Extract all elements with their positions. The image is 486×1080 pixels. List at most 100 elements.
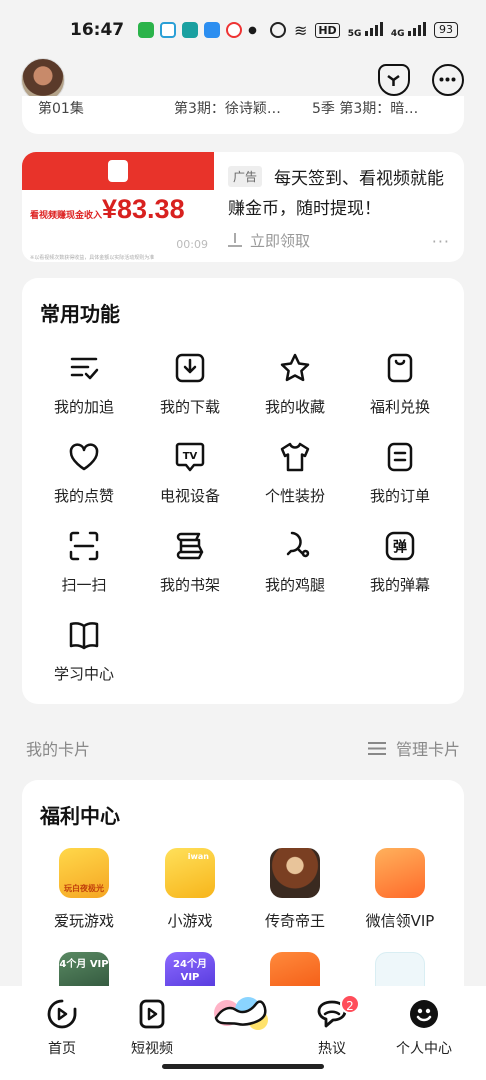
nav-label: 首页	[48, 1041, 76, 1057]
func-label: 我的书架	[159, 576, 220, 594]
notification-badge: 2	[340, 994, 360, 1014]
danmaku-glyph: 弹	[393, 539, 407, 556]
tv-glyph: TV	[183, 451, 198, 462]
func-drumstick[interactable]: 我的鸡腿	[243, 530, 347, 610]
func-label: 电视设备	[159, 487, 220, 505]
play-home-icon	[47, 999, 77, 1029]
tile-text: iwan	[187, 852, 209, 861]
battery-indicator: 93	[434, 22, 458, 38]
app-logo-icon	[108, 160, 128, 182]
redeem-icon	[387, 353, 413, 383]
app-label: 爱玩游戏	[53, 912, 114, 930]
status-bar: 16:47 ● ≋ HD 5G 4G 93	[0, 0, 486, 60]
nav-label: 个人中心	[396, 1041, 452, 1057]
nav-home[interactable]: 首页	[16, 998, 108, 1068]
signal-4g: 4G	[391, 21, 426, 39]
vip-gift-icon	[375, 848, 425, 898]
app-label: 传奇帝王	[264, 912, 325, 930]
ad-banner-label: 看视频赚现金收入	[30, 211, 103, 221]
ad-cta-button[interactable]: 立即领取	[228, 230, 310, 251]
tile-text: 4个月 VIP	[59, 959, 109, 970]
history-row-partial[interactable]: 第01集 第3期：徐诗颖… 5季 第3期：暗…	[22, 96, 464, 134]
wechat-notification-icon	[138, 22, 155, 38]
app-label: 小游戏	[167, 912, 213, 930]
func-danmaku[interactable]: 弹 我的弹幕	[348, 530, 452, 610]
func-label: 个性装扮	[264, 487, 325, 505]
history-item[interactable]: 第3期：徐诗颖…	[174, 98, 281, 118]
nav-label: 热议	[318, 1041, 346, 1057]
game-controller-icon: 玩白夜极光	[59, 848, 109, 898]
func-label: 福利兑换	[369, 398, 430, 416]
ad-tag: 广告	[228, 166, 263, 187]
tv-icon: TV	[175, 442, 205, 472]
ad-banner-image[interactable]: 看视频赚现金收入 ¥83.38 00:09 ※以看视频次数获得收益，具体金额以实…	[22, 152, 214, 262]
book-icon	[69, 622, 99, 650]
section-title: 福利中心	[40, 804, 120, 828]
tile-text: 玩白夜极光	[64, 884, 104, 893]
func-label: 我的订单	[369, 487, 430, 505]
more-notifications-dot: ●	[248, 24, 257, 36]
home-indicator[interactable]	[162, 1064, 324, 1069]
func-orders[interactable]: 我的订单	[348, 441, 452, 521]
wifi-icon: ≋	[293, 20, 308, 40]
func-label: 我的鸡腿	[264, 576, 325, 594]
func-download[interactable]: 我的下载	[138, 352, 242, 432]
nav-short-video[interactable]: 短视频	[106, 998, 198, 1068]
history-item[interactable]: 第01集	[38, 98, 84, 118]
location-icon	[226, 22, 243, 38]
func-likes[interactable]: 我的点赞	[32, 441, 136, 521]
network-notification-icon	[160, 22, 177, 38]
list-icon	[367, 742, 386, 755]
func-label: 我的下载	[159, 398, 220, 416]
danmaku-icon: 弹	[385, 531, 415, 561]
short-video-icon	[139, 999, 165, 1029]
my-cards-title: 我的卡片	[26, 740, 91, 759]
func-tv[interactable]: TV 电视设备	[138, 441, 242, 521]
clock: 16:47	[70, 20, 125, 40]
manage-cards-button[interactable]: 管理卡片	[367, 736, 460, 760]
hd-icon: HD	[315, 22, 340, 38]
func-scan[interactable]: 扫一扫	[32, 530, 136, 610]
download-icon	[175, 353, 205, 383]
heart-icon	[69, 443, 99, 471]
func-label: 我的加追	[53, 398, 114, 416]
center-logo[interactable]	[210, 994, 272, 1036]
ad-cta-label: 立即领取	[250, 232, 311, 250]
func-label: 我的弹幕	[369, 576, 430, 594]
manage-cards-label: 管理卡片	[395, 740, 460, 759]
shield-icon[interactable]	[378, 64, 410, 96]
star-icon	[280, 353, 310, 382]
nav-hot-discussion[interactable]: 2 热议	[286, 994, 378, 1068]
func-learning[interactable]: 学习中心	[32, 619, 136, 699]
nav-profile[interactable]: 个人中心	[378, 998, 470, 1068]
tile-text: 24个月 VIP	[173, 959, 207, 983]
func-dressup[interactable]: 个性装扮	[243, 441, 347, 521]
ad-fine-print: ※以看视频次数获得收益，具体金额以实际活动规则为准	[30, 255, 155, 261]
nav-label: 短视频	[131, 1041, 173, 1057]
ad-duration: 00:09	[176, 238, 208, 251]
ad-amount: ¥83.38	[102, 194, 185, 224]
func-label: 扫一扫	[61, 576, 107, 594]
signal-5g: 5G	[348, 21, 383, 39]
func-follow[interactable]: 我的加追	[32, 352, 136, 432]
follow-list-icon	[70, 357, 99, 380]
history-item[interactable]: 5季 第3期：暗…	[312, 98, 418, 118]
download-icon	[228, 233, 242, 247]
drumstick-icon	[286, 531, 310, 558]
chat-icon[interactable]	[432, 64, 464, 96]
app-notification-icon	[204, 22, 221, 38]
func-bookshelf[interactable]: 我的书架	[138, 530, 242, 610]
signal-bars-icon	[408, 21, 426, 36]
ad-card[interactable]: 看视频赚现金收入 ¥83.38 00:09 ※以看视频次数获得收益，具体金额以实…	[22, 152, 464, 262]
func-label: 我的点赞	[53, 487, 114, 505]
section-title: 常用功能	[40, 302, 120, 326]
emperor-game-icon	[270, 848, 320, 898]
scan-icon	[69, 531, 99, 561]
ad-text[interactable]: 每天签到、看视频就能赚金币，随时提现！	[228, 164, 456, 224]
common-functions-card: 常用功能 我的加追 我的下载 我的收藏 福利兑换 我的点赞 TV 电视设备 个性…	[22, 278, 464, 704]
func-redeem[interactable]: 福利兑换	[348, 352, 452, 432]
profile-icon	[410, 1000, 438, 1028]
order-icon	[387, 442, 413, 472]
func-favorites[interactable]: 我的收藏	[243, 352, 347, 432]
more-options-icon[interactable]: ···	[432, 232, 450, 251]
